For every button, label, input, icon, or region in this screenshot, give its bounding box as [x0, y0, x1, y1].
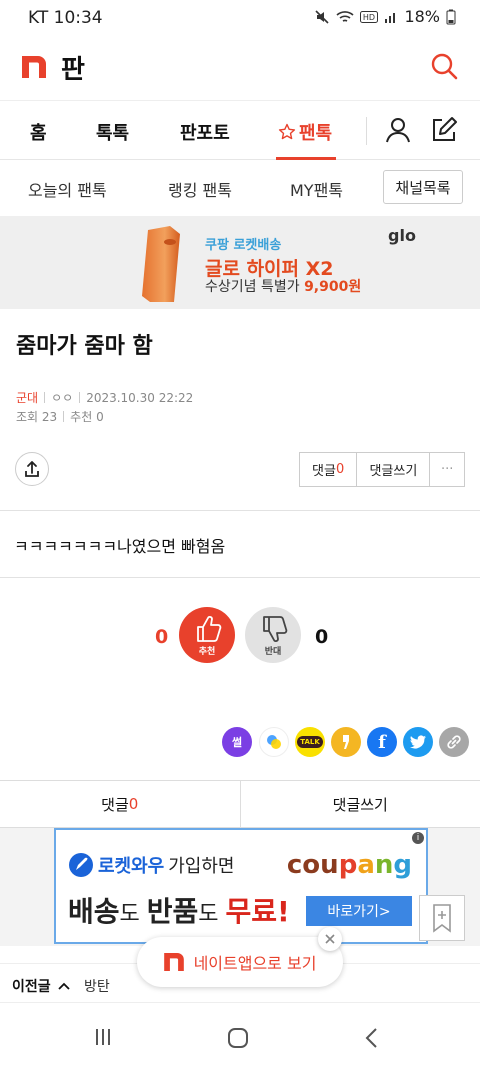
thumbs-down-icon: [263, 616, 288, 642]
meta-divider: [79, 392, 81, 403]
write-comment-button[interactable]: 댓글쓰기: [357, 453, 431, 486]
back-icon[interactable]: [364, 1027, 380, 1049]
open-in-app-label: 네이트앱으로 보기: [193, 954, 317, 973]
nate-logo-icon: [163, 953, 184, 971]
ad-rocket-line: 로켓와우 가입하면: [68, 852, 235, 878]
post-category[interactable]: 군대: [16, 389, 38, 406]
recent-apps-icon[interactable]: [93, 1027, 113, 1047]
site-title[interactable]: 판: [61, 49, 85, 86]
write-icon[interactable]: [429, 115, 459, 145]
coupang-logo: coupang: [286, 850, 412, 880]
home-icon[interactable]: [227, 1027, 249, 1049]
ssul-share-icon[interactable]: 썰: [222, 727, 252, 757]
status-bar: KT 10:34 HD 18%: [0, 0, 480, 36]
bookmark-button[interactable]: [419, 895, 465, 941]
open-in-app-button[interactable]: 네이트앱으로 보기: [137, 937, 343, 987]
upvote-label: 추천: [198, 647, 216, 657]
signal-icon: [385, 12, 396, 23]
downvote-count: 0: [315, 626, 329, 648]
content-divider: [0, 510, 480, 511]
subtab-today[interactable]: 오늘의 팬톡: [28, 177, 107, 201]
battery-icon: [446, 9, 456, 24]
post-views: 조회 23: [16, 410, 58, 424]
top-banner-ad[interactable]: 쿠팡 로켓배송 글로 하이퍼 X2 수상기념 특별가 9,900원 glo: [0, 216, 480, 309]
comments-tab[interactable]: 댓글 0: [0, 781, 241, 827]
downvote-label: 반대: [264, 647, 282, 657]
link-share-icon[interactable]: [439, 727, 469, 757]
subtab-ranking[interactable]: 랭킹 팬톡: [168, 177, 232, 201]
system-nav-bar: [0, 1003, 480, 1067]
close-app-banner-button[interactable]: [318, 927, 342, 951]
share-button[interactable]: [15, 452, 49, 486]
bottom-ad-area: 로켓와우 가입하면 coupang 배송도 반품도 무료! 바로가기> i: [0, 828, 480, 946]
bookmark-add-icon: [433, 904, 451, 933]
ad-free-shipping-line: 배송도 반품도 무료!: [68, 895, 290, 928]
ad-line-1: 쿠팡 로켓배송: [205, 238, 282, 253]
facebook-share-icon[interactable]: f: [367, 727, 397, 757]
close-icon: [325, 934, 335, 944]
band-share-icon[interactable]: [259, 727, 289, 757]
tab-fantalk[interactable]: 팬톡: [278, 119, 332, 145]
kakaotalk-share-icon[interactable]: TALK: [295, 727, 325, 757]
ad-line-3: 수상기념 특별가 9,900원: [205, 279, 362, 295]
status-icons: HD 18%: [314, 7, 456, 26]
main-nav: 홈 톡톡 판포토 팬톡: [0, 100, 480, 160]
tab-panphoto[interactable]: 판포토: [180, 119, 230, 145]
status-carrier-time: KT 10:34: [28, 8, 103, 28]
sub-nav: 오늘의 팬톡 랭킹 팬톡 MY팬톡 채널목록: [0, 160, 480, 216]
comment-count-button[interactable]: 댓글 0: [300, 453, 358, 486]
kakaostory-share-icon[interactable]: [331, 727, 361, 757]
search-icon[interactable]: [428, 50, 460, 82]
svg-text:HD: HD: [363, 13, 375, 22]
mute-icon: [315, 9, 330, 24]
channel-list-button[interactable]: 채널목록: [383, 170, 463, 204]
app-header: 판: [0, 36, 480, 100]
prev-post-label: 이전글: [12, 976, 70, 996]
coupang-banner-ad[interactable]: 로켓와우 가입하면 coupang 배송도 반품도 무료! 바로가기> i: [54, 828, 428, 944]
post-stats: 조회 23 추천 0: [16, 408, 104, 425]
post-meta: 군대 ㅇㅇ 2023.10.30 22:22: [16, 389, 193, 406]
share-icon: [25, 461, 39, 477]
battery-percent: 18%: [404, 7, 440, 26]
downvote-button[interactable]: 반대: [245, 607, 301, 663]
post-title: 줌마가 줌마 함: [16, 334, 153, 359]
ad-brand-logo: glo: [388, 226, 416, 245]
tab-home[interactable]: 홈: [30, 119, 47, 145]
rocket-icon: [69, 853, 93, 877]
post-author: ㅇㅇ: [51, 391, 74, 405]
nate-logo-icon[interactable]: [22, 56, 46, 78]
upvote-count: 0: [155, 626, 169, 648]
meta-divider: [44, 392, 46, 403]
subtab-my[interactable]: MY팬톡: [290, 177, 343, 201]
hd-icon: HD: [360, 10, 379, 23]
ad-go-button[interactable]: 바로가기>: [306, 896, 412, 926]
glo-device-image: [142, 226, 180, 302]
post-body: ㅋㅋㅋㅋㅋㅋㅋ나였으면 빠혐옴: [14, 537, 226, 556]
post-datetime: 2023.10.30 22:22: [86, 390, 194, 405]
user-icon[interactable]: [383, 115, 413, 145]
star-icon: [278, 123, 296, 140]
tab-toktok[interactable]: 톡톡: [96, 119, 129, 145]
post-recommends: 추천 0: [70, 410, 104, 424]
prev-post-title: 방탄: [84, 979, 110, 995]
write-comment-tab[interactable]: 댓글쓰기: [241, 781, 480, 827]
more-options-button[interactable]: ···: [430, 453, 464, 486]
nav-divider: [366, 117, 367, 145]
wifi-icon: [336, 10, 354, 22]
post-action-group: 댓글 0 댓글쓰기 ···: [299, 452, 465, 487]
twitter-share-icon[interactable]: [403, 727, 433, 757]
content-divider: [0, 577, 480, 578]
tab-fantalk-label: 팬톡: [299, 123, 333, 144]
comment-bar: 댓글 0 댓글쓰기: [0, 780, 480, 828]
ad-info-icon[interactable]: i: [412, 832, 424, 844]
upvote-button[interactable]: 추천: [179, 607, 235, 663]
thumbs-up-icon: [197, 616, 222, 642]
chevron-up-icon: [57, 982, 70, 990]
meta-divider: [63, 411, 65, 422]
